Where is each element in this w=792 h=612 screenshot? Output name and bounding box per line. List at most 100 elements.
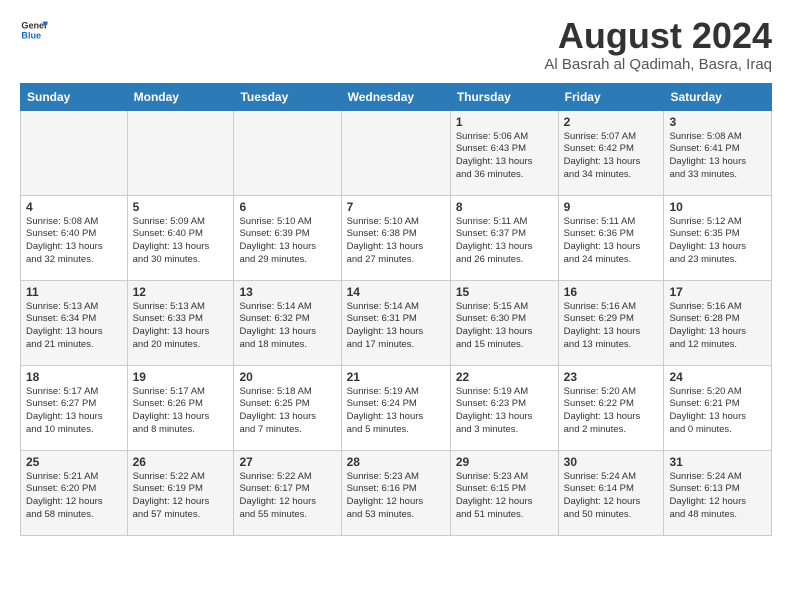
calendar-cell: 25 Sunrise: 5:21 AM Sunset: 6:20 PM Dayli…	[21, 450, 128, 535]
cell-content: Sunrise: 5:17 AM Sunset: 6:27 PM Dayligh…	[26, 386, 122, 437]
cell-content: Sunrise: 5:13 AM Sunset: 6:33 PM Dayligh…	[133, 301, 229, 352]
cell-content: Sunrise: 5:14 AM Sunset: 6:32 PM Dayligh…	[239, 301, 335, 352]
weekday-header-friday: Friday	[558, 83, 664, 110]
logo-icon: General Blue	[20, 16, 48, 44]
weekday-header-wednesday: Wednesday	[341, 83, 450, 110]
calendar-cell: 10 Sunrise: 5:12 AM Sunset: 6:35 PM Dayli…	[664, 195, 772, 280]
calendar-cell: 18 Sunrise: 5:17 AM Sunset: 6:27 PM Dayli…	[21, 365, 128, 450]
cell-content: Sunrise: 5:10 AM Sunset: 6:39 PM Dayligh…	[239, 216, 335, 267]
calendar-cell: 27Sunrise: 5:22 AM Sunset: 6:17 PM Dayli…	[234, 450, 341, 535]
cell-content: Sunrise: 5:08 AM Sunset: 6:40 PM Dayligh…	[26, 216, 122, 267]
week-row-3: 11Sunrise: 5:13 AM Sunset: 6:34 PM Dayli…	[21, 280, 772, 365]
day-number: 18	[26, 370, 122, 384]
week-row-1: 1 Sunrise: 5:06 AM Sunset: 6:43 PM Daylig…	[21, 110, 772, 195]
cell-content: Sunrise: 5:17 AM Sunset: 6:26 PM Dayligh…	[133, 386, 229, 437]
day-number: 10	[669, 200, 766, 214]
calendar-cell: 5Sunrise: 5:09 AM Sunset: 6:40 PM Daylig…	[127, 195, 234, 280]
cell-content: Sunrise: 5:10 AM Sunset: 6:38 PM Dayligh…	[347, 216, 445, 267]
day-number: 29	[456, 455, 553, 469]
calendar-cell: 9 Sunrise: 5:11 AM Sunset: 6:36 PM Daylig…	[558, 195, 664, 280]
calendar-cell	[127, 110, 234, 195]
day-number: 7	[347, 200, 445, 214]
cell-content: Sunrise: 5:23 AM Sunset: 6:15 PM Dayligh…	[456, 471, 553, 522]
day-number: 17	[669, 285, 766, 299]
cell-content: Sunrise: 5:08 AM Sunset: 6:41 PM Dayligh…	[669, 131, 766, 182]
header: General Blue August 2024 Al Basrah al Qa…	[20, 16, 772, 73]
calendar-subtitle: Al Basrah al Qadimah, Basra, Iraq	[544, 56, 772, 73]
day-number: 20	[239, 370, 335, 384]
cell-content: Sunrise: 5:22 AM Sunset: 6:19 PM Dayligh…	[133, 471, 229, 522]
cell-content: Sunrise: 5:11 AM Sunset: 6:37 PM Dayligh…	[456, 216, 553, 267]
weekday-header-row: SundayMondayTuesdayWednesdayThursdayFrid…	[21, 83, 772, 110]
calendar-cell: 21 Sunrise: 5:19 AM Sunset: 6:24 PM Dayli…	[341, 365, 450, 450]
calendar-cell	[21, 110, 128, 195]
calendar-cell: 31 Sunrise: 5:24 AM Sunset: 6:13 PM Dayli…	[664, 450, 772, 535]
day-number: 21	[347, 370, 445, 384]
cell-content: Sunrise: 5:16 AM Sunset: 6:28 PM Dayligh…	[669, 301, 766, 352]
day-number: 28	[347, 455, 445, 469]
day-number: 13	[239, 285, 335, 299]
cell-content: Sunrise: 5:11 AM Sunset: 6:36 PM Dayligh…	[564, 216, 659, 267]
cell-content: Sunrise: 5:23 AM Sunset: 6:16 PM Dayligh…	[347, 471, 445, 522]
cell-content: Sunrise: 5:15 AM Sunset: 6:30 PM Dayligh…	[456, 301, 553, 352]
title-section: August 2024 Al Basrah al Qadimah, Basra,…	[544, 16, 772, 73]
day-number: 1	[456, 115, 553, 129]
calendar-cell: 28 Sunrise: 5:23 AM Sunset: 6:16 PM Dayli…	[341, 450, 450, 535]
svg-text:Blue: Blue	[21, 30, 41, 40]
calendar-cell: 14Sunrise: 5:14 AM Sunset: 6:31 PM Dayli…	[341, 280, 450, 365]
day-number: 31	[669, 455, 766, 469]
weekday-header-tuesday: Tuesday	[234, 83, 341, 110]
weekday-header-sunday: Sunday	[21, 83, 128, 110]
day-number: 26	[133, 455, 229, 469]
day-number: 24	[669, 370, 766, 384]
calendar-cell: 3 Sunrise: 5:08 AM Sunset: 6:41 PM Daylig…	[664, 110, 772, 195]
cell-content: Sunrise: 5:24 AM Sunset: 6:13 PM Dayligh…	[669, 471, 766, 522]
day-number: 22	[456, 370, 553, 384]
cell-content: Sunrise: 5:20 AM Sunset: 6:21 PM Dayligh…	[669, 386, 766, 437]
day-number: 15	[456, 285, 553, 299]
calendar-cell: 17 Sunrise: 5:16 AM Sunset: 6:28 PM Dayli…	[664, 280, 772, 365]
calendar-cell: 23 Sunrise: 5:20 AM Sunset: 6:22 PM Dayli…	[558, 365, 664, 450]
cell-content: Sunrise: 5:09 AM Sunset: 6:40 PM Dayligh…	[133, 216, 229, 267]
calendar-cell: 2 Sunrise: 5:07 AM Sunset: 6:42 PM Daylig…	[558, 110, 664, 195]
weekday-header-monday: Monday	[127, 83, 234, 110]
calendar-table: SundayMondayTuesdayWednesdayThursdayFrid…	[20, 83, 772, 536]
cell-content: Sunrise: 5:19 AM Sunset: 6:24 PM Dayligh…	[347, 386, 445, 437]
cell-content: Sunrise: 5:07 AM Sunset: 6:42 PM Dayligh…	[564, 131, 659, 182]
day-number: 12	[133, 285, 229, 299]
cell-content: Sunrise: 5:24 AM Sunset: 6:14 PM Dayligh…	[564, 471, 659, 522]
calendar-cell: 6 Sunrise: 5:10 AM Sunset: 6:39 PM Daylig…	[234, 195, 341, 280]
day-number: 25	[26, 455, 122, 469]
calendar-cell: 8 Sunrise: 5:11 AM Sunset: 6:37 PM Daylig…	[450, 195, 558, 280]
cell-content: Sunrise: 5:21 AM Sunset: 6:20 PM Dayligh…	[26, 471, 122, 522]
cell-content: Sunrise: 5:16 AM Sunset: 6:29 PM Dayligh…	[564, 301, 659, 352]
calendar-cell: 26 Sunrise: 5:22 AM Sunset: 6:19 PM Dayli…	[127, 450, 234, 535]
day-number: 9	[564, 200, 659, 214]
calendar-title: August 2024	[544, 16, 772, 56]
cell-content: Sunrise: 5:20 AM Sunset: 6:22 PM Dayligh…	[564, 386, 659, 437]
cell-content: Sunrise: 5:06 AM Sunset: 6:43 PM Dayligh…	[456, 131, 553, 182]
calendar-cell: 12 Sunrise: 5:13 AM Sunset: 6:33 PM Dayli…	[127, 280, 234, 365]
calendar-cell: 30Sunrise: 5:24 AM Sunset: 6:14 PM Dayli…	[558, 450, 664, 535]
cell-content: Sunrise: 5:14 AM Sunset: 6:31 PM Dayligh…	[347, 301, 445, 352]
day-number: 2	[564, 115, 659, 129]
week-row-4: 18 Sunrise: 5:17 AM Sunset: 6:27 PM Dayli…	[21, 365, 772, 450]
calendar-cell: 29 Sunrise: 5:23 AM Sunset: 6:15 PM Dayli…	[450, 450, 558, 535]
calendar-cell: 16Sunrise: 5:16 AM Sunset: 6:29 PM Dayli…	[558, 280, 664, 365]
cell-content: Sunrise: 5:12 AM Sunset: 6:35 PM Dayligh…	[669, 216, 766, 267]
day-number: 19	[133, 370, 229, 384]
calendar-cell: 1 Sunrise: 5:06 AM Sunset: 6:43 PM Daylig…	[450, 110, 558, 195]
day-number: 6	[239, 200, 335, 214]
week-row-5: 25 Sunrise: 5:21 AM Sunset: 6:20 PM Dayli…	[21, 450, 772, 535]
week-row-2: 4Sunrise: 5:08 AM Sunset: 6:40 PM Daylig…	[21, 195, 772, 280]
calendar-cell: 4Sunrise: 5:08 AM Sunset: 6:40 PM Daylig…	[21, 195, 128, 280]
cell-content: Sunrise: 5:22 AM Sunset: 6:17 PM Dayligh…	[239, 471, 335, 522]
calendar-cell	[234, 110, 341, 195]
weekday-header-saturday: Saturday	[664, 83, 772, 110]
day-number: 3	[669, 115, 766, 129]
day-number: 8	[456, 200, 553, 214]
calendar-cell: 24 Sunrise: 5:20 AM Sunset: 6:21 PM Dayli…	[664, 365, 772, 450]
day-number: 23	[564, 370, 659, 384]
calendar-cell	[341, 110, 450, 195]
cell-content: Sunrise: 5:19 AM Sunset: 6:23 PM Dayligh…	[456, 386, 553, 437]
